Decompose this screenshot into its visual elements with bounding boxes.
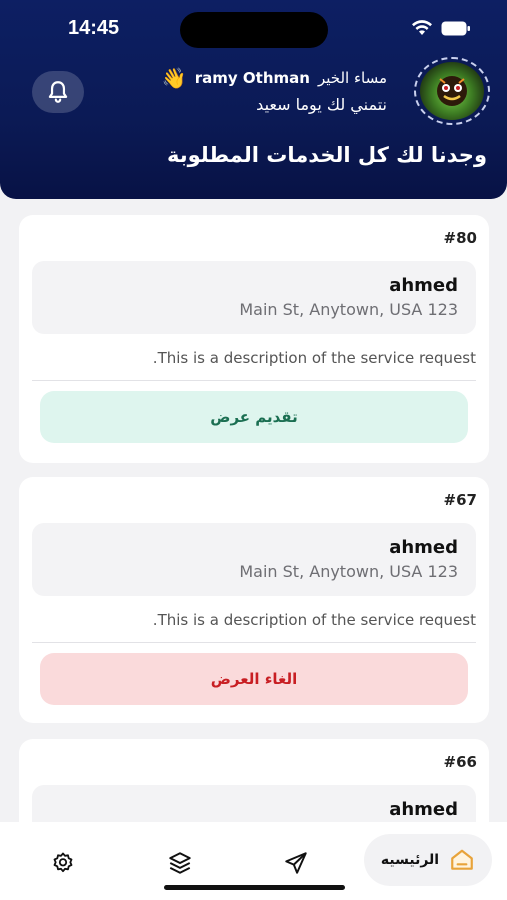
client-info: ahmed Main St, Anytown, USA 123 [32, 261, 476, 334]
request-id: #80 [443, 229, 477, 247]
home-indicator [164, 885, 345, 890]
avatar[interactable] [414, 57, 490, 125]
send-icon [285, 852, 307, 874]
client-name: ahmed [389, 537, 458, 558]
request-description: .This is a description of the service re… [152, 611, 476, 629]
client-name: ahmed [389, 799, 458, 820]
dynamic-island [180, 12, 328, 48]
divider [32, 380, 476, 381]
request-card[interactable]: #67 ahmed Main St, Anytown, USA 123 .Thi… [19, 477, 489, 723]
divider [32, 642, 476, 643]
client-address: Main St, Anytown, USA 123 [239, 562, 458, 581]
wifi-icon [412, 20, 432, 35]
battery-icon [441, 21, 470, 35]
avatar-image [420, 62, 484, 120]
nav-orders[interactable] [167, 850, 193, 876]
page-headline: وجدنا لك كل الخدمات المطلوبة [166, 143, 487, 167]
greeting-row: 👋 ramy Othman مساء الخير [162, 66, 387, 90]
nav-home-label: الرئيسيه [380, 852, 440, 868]
notifications-button[interactable] [32, 71, 84, 113]
app-header: 14:45 👋 ramy Othman مساء الخير نتمني لك … [0, 0, 507, 199]
nav-messages[interactable] [283, 850, 309, 876]
request-id: #67 [443, 491, 477, 509]
request-card[interactable]: #80 ahmed Main St, Anytown, USA 123 .Thi… [19, 215, 489, 463]
avatar-face-icon [437, 76, 467, 106]
wish-text: نتمني لك يوما سعيد [256, 95, 387, 114]
greeting: مساء الخير [317, 69, 387, 87]
nav-settings[interactable] [50, 850, 76, 876]
request-id: #66 [443, 753, 477, 771]
cancel-offer-button[interactable]: الغاء العرض [40, 653, 468, 705]
client-name: ahmed [389, 275, 458, 296]
submit-offer-button[interactable]: تقديم عرض [40, 391, 468, 443]
wave-emoji: 👋 [161, 66, 187, 90]
username: ramy Othman [194, 69, 310, 87]
layers-icon [169, 852, 191, 874]
settings-icon [53, 852, 73, 873]
nav-home[interactable]: الرئيسيه [364, 834, 492, 886]
bell-icon [48, 81, 68, 103]
client-info: ahmed Main St, Anytown, USA 123 [32, 523, 476, 596]
status-time: 14:45 [68, 17, 120, 39]
home-icon [451, 849, 473, 870]
status-icons [411, 20, 471, 36]
request-description: .This is a description of the service re… [152, 349, 476, 367]
client-address: Main St, Anytown, USA 123 [239, 300, 458, 319]
